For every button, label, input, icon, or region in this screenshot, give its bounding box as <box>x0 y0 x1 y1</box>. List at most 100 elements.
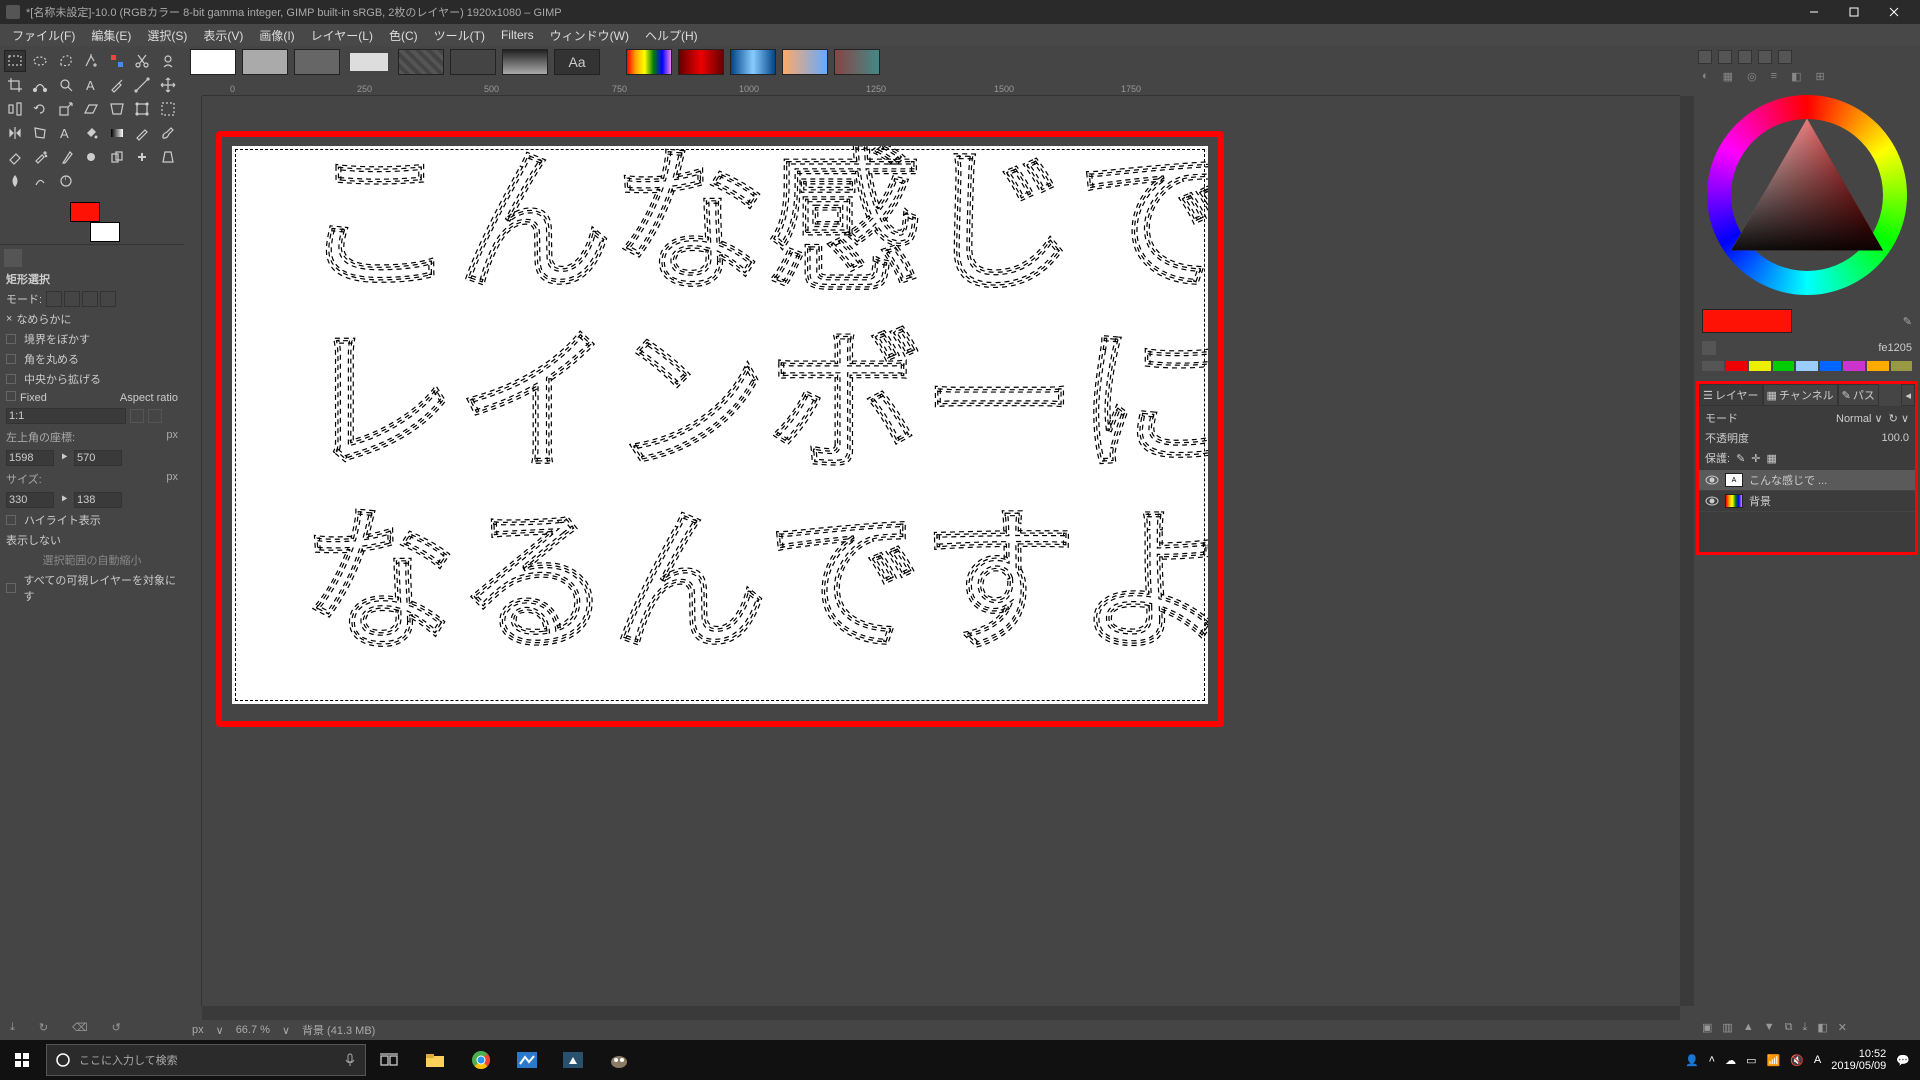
explorer-taskbar-icon[interactable] <box>412 1040 458 1080</box>
tray-onedrive-icon[interactable]: ☁ <box>1725 1054 1736 1067</box>
taskbar-search[interactable]: ここに入力して検索 <box>46 1044 366 1076</box>
menu-edit[interactable]: 編集(E) <box>83 27 139 44</box>
mic-icon[interactable] <box>343 1053 357 1067</box>
recent-color-swatch[interactable] <box>1749 361 1771 371</box>
tool-ink[interactable] <box>55 146 77 168</box>
round-checkbox[interactable] <box>6 354 16 364</box>
menu-image[interactable]: 画像(I) <box>251 27 302 44</box>
fixed-value[interactable]: Aspect ratio <box>120 392 178 404</box>
tray-cast-icon[interactable]: ▭ <box>1746 1054 1756 1067</box>
color-mode-icon[interactable]: ▦ <box>1723 70 1733 83</box>
layer-mask-icon[interactable]: ◧ <box>1817 1021 1827 1034</box>
thumb-pattern-2[interactable] <box>450 49 496 75</box>
status-unit[interactable]: px <box>192 1024 204 1036</box>
tool-scale[interactable] <box>55 98 77 120</box>
layers-tab[interactable]: ☰レイヤー <box>1699 384 1763 406</box>
paths-tab[interactable]: ✎パス <box>1838 384 1879 406</box>
menu-select[interactable]: 選択(S) <box>139 27 195 44</box>
gimp-taskbar-icon[interactable] <box>596 1040 642 1080</box>
thumb-brush-3[interactable] <box>346 49 392 75</box>
blend-mode-select[interactable]: Normal <box>1836 413 1871 425</box>
tray-notifications-icon[interactable]: 💬 <box>1896 1054 1910 1067</box>
dock-delete-icon[interactable]: ⌫ <box>72 1021 88 1034</box>
recent-color-swatch[interactable] <box>1867 361 1889 371</box>
eye-icon[interactable] <box>1705 494 1719 508</box>
tool-scissors[interactable] <box>131 50 153 72</box>
menu-color[interactable]: 色(C) <box>381 27 426 44</box>
w-input[interactable] <box>6 492 54 508</box>
current-color-swatch[interactable] <box>1702 309 1792 333</box>
menu-view[interactable]: 表示(V) <box>195 27 251 44</box>
thumb-gradient-2[interactable] <box>678 49 724 75</box>
thumb-pattern-1[interactable] <box>398 49 444 75</box>
ruler-vertical[interactable] <box>184 96 202 1006</box>
color-mode-icon[interactable]: ◎ <box>1747 70 1757 83</box>
expand-checkbox[interactable] <box>6 374 16 384</box>
canvas-viewport[interactable]: こんな感じでレインボーになるんですよ <box>202 96 1680 1006</box>
status-zoom[interactable]: 66.7 % <box>236 1024 270 1036</box>
tool-perspective[interactable] <box>106 98 128 120</box>
tool-move[interactable] <box>157 74 179 96</box>
ratio-portrait-icon[interactable] <box>148 409 162 423</box>
dock-tab-4[interactable] <box>1758 50 1772 64</box>
tool-mypaint[interactable] <box>80 146 102 168</box>
thumb-gradient-3[interactable] <box>730 49 776 75</box>
h-input[interactable] <box>74 492 122 508</box>
color-mode-icon[interactable]: ◐ <box>1702 70 1709 83</box>
tool-cage[interactable] <box>29 122 51 144</box>
color-mini-icon[interactable] <box>1702 341 1716 355</box>
tool-rotate[interactable] <box>29 98 51 120</box>
menu-layer[interactable]: レイヤー(L) <box>303 27 381 44</box>
tool-handle-transform[interactable] <box>157 98 179 120</box>
start-button[interactable] <box>0 1040 44 1080</box>
recent-colors[interactable] <box>1694 359 1920 377</box>
autoshrink-button[interactable]: 選択範囲の自動縮小 <box>43 552 142 568</box>
ratio-swap-icon[interactable] <box>130 409 144 423</box>
menu-file[interactable]: ファイル(F) <box>4 27 83 44</box>
color-mode-icon[interactable]: ≡ <box>1771 70 1777 83</box>
tool-color-picker[interactable] <box>106 74 128 96</box>
highlight-checkbox[interactable] <box>6 515 16 525</box>
close-button[interactable] <box>1874 0 1914 24</box>
minimize-button[interactable] <box>1794 0 1834 24</box>
tool-by-color-select[interactable] <box>106 50 128 72</box>
ruler-horizontal[interactable]: 0 250 500 750 1000 1250 1500 1750 <box>202 78 1680 96</box>
tool-gradient[interactable] <box>106 122 128 144</box>
maximize-button[interactable] <box>1834 0 1874 24</box>
recent-color-swatch[interactable] <box>1891 361 1913 371</box>
tool-eraser[interactable] <box>4 146 26 168</box>
tool-paintbrush[interactable] <box>157 122 179 144</box>
thumb-brush-2[interactable] <box>294 49 340 75</box>
lock-pixels-icon[interactable]: ✎ <box>1736 452 1745 465</box>
color-hex[interactable]: fe1205 <box>1878 342 1912 354</box>
eyedropper-icon[interactable]: ✎ <box>1903 315 1912 328</box>
layer-down-icon[interactable]: ▼ <box>1764 1021 1775 1034</box>
dock-tab-3[interactable] <box>1738 50 1752 64</box>
recent-color-swatch[interactable] <box>1820 361 1842 371</box>
scrollbar-vertical[interactable] <box>1680 96 1694 1006</box>
chrome-taskbar-icon[interactable] <box>458 1040 504 1080</box>
tool-rect-select[interactable] <box>4 50 26 72</box>
origin-unit[interactable]: px <box>166 429 178 445</box>
mode-subtract-icon[interactable] <box>82 291 98 307</box>
tool-perspective-clone[interactable] <box>157 146 179 168</box>
thumb-gradient-1[interactable] <box>626 49 672 75</box>
task-view-button[interactable] <box>366 1040 412 1080</box>
layer-row[interactable]: A こんな感じで ... <box>1699 470 1915 491</box>
tool-shear[interactable] <box>80 98 102 120</box>
tool-blur[interactable] <box>4 170 26 192</box>
tray-ime-icon[interactable]: A <box>1814 1054 1821 1066</box>
dock-tab-2[interactable] <box>1718 50 1732 64</box>
tool-options-tab[interactable] <box>4 249 22 267</box>
recent-color-swatch[interactable] <box>1702 361 1724 371</box>
recent-color-swatch[interactable] <box>1843 361 1865 371</box>
tool-dodge-burn[interactable] <box>55 170 77 192</box>
tool-foreground-select[interactable] <box>157 50 179 72</box>
tool-measure[interactable] <box>131 74 153 96</box>
tool-text[interactable]: A <box>80 74 102 96</box>
tool-paths[interactable] <box>29 74 51 96</box>
feather-checkbox[interactable] <box>6 334 16 344</box>
tool-ellipse-select[interactable] <box>29 50 51 72</box>
alllayers-checkbox[interactable] <box>6 583 16 593</box>
menu-help[interactable]: ヘルプ(H) <box>637 27 706 44</box>
